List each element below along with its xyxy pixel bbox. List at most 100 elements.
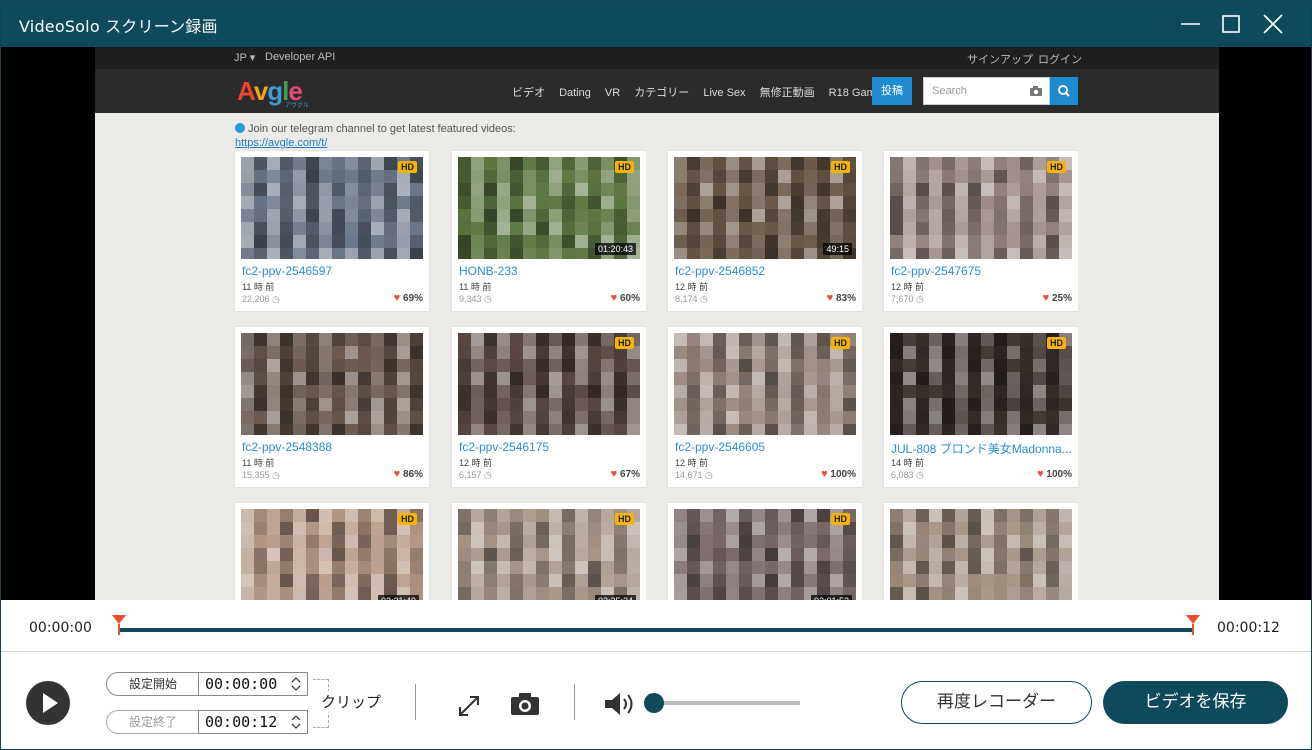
post-button[interactable]: 投稿 [872,77,912,105]
maximize-button[interactable] [1216,9,1246,39]
hd-badge: HD [615,161,634,173]
video-thumbnail[interactable]: HD [458,333,640,435]
recording-preview: JP ▾ Developer API サインアップ ログイン Avgle アヴグ… [1,47,1311,600]
video-card[interactable]: HD JUL-808 ブロンド美女Madonna... 14 時 前 6,083 ◷ ♥… [884,327,1078,487]
volume-slider[interactable] [653,701,800,705]
video-title-link[interactable]: fc2-ppv-2548388 [242,440,424,454]
video-age: 11 時 前 [242,282,275,292]
video-thumbnail[interactable] [241,333,423,435]
video-thumbnail[interactable]: HD02:25:24 [458,509,640,600]
play-button[interactable] [26,681,70,725]
heart-icon: ♥ [393,468,401,480]
end-time-field[interactable]: 00:00:12 [198,710,308,734]
view-count: 8,174 ◷ [675,294,708,304]
video-card[interactable]: HD fc2-ppv-2546597 11 時 前 22,206 ◷ ♥ 69% [235,151,429,311]
video-thumbnail[interactable]: HD 01:20:43 [458,157,640,259]
video-title-link[interactable]: fc2-ppv-2546852 [675,264,857,278]
nav-link-dating[interactable]: Dating [559,87,591,99]
developer-api-link[interactable]: Developer API [265,51,335,63]
trim-end-handle[interactable] [1186,615,1200,635]
volume-knob[interactable] [644,693,664,713]
window-title: VideoSolo スクリーン録画 [19,17,218,36]
video-title-link[interactable]: fc2-ppv-2546597 [242,264,424,278]
video-thumbnail[interactable]: HD [890,333,1072,435]
nav-link-vr[interactable]: VR [605,87,620,99]
video-title-link[interactable]: fc2-ppv-2546175 [459,440,641,454]
video-thumbnail[interactable]: HD [241,157,423,259]
logo-subtitle: アヴグル [285,103,310,109]
telegram-link[interactable]: https://avgle.com/t/ [235,137,327,149]
video-thumbnail[interactable]: HD 49:15 [674,157,856,259]
divider [415,684,416,720]
video-title-link[interactable]: fc2-ppv-2547675 [891,264,1073,278]
video-thumbnail[interactable]: HD02:01:52 [674,509,856,600]
video-card[interactable]: HD fc2-ppv-2546605 12 時 前 14,671 ◷ ♥ 100% [668,327,862,487]
camera-snapshot-icon[interactable] [510,691,540,717]
like-ratio: ♥ 83% [826,292,856,304]
video-card[interactable]: HD 49:15 fc2-ppv-2546852 12 時 前 8,174 ◷ ♥ 83% [668,151,862,311]
start-time-field[interactable]: 00:00:00 [198,672,308,696]
video-card[interactable]: HD fc2-ppv-2546175 12 時 前 6,157 ◷ ♥ 67% [452,327,646,487]
video-title-link[interactable]: fc2-ppv-2546605 [675,440,857,454]
like-ratio: ♥ 69% [393,292,423,304]
telegram-text: Join our telegram channel to get latest … [248,123,516,135]
minimize-button[interactable] [1176,9,1206,39]
video-thumbnail[interactable]: HD [890,157,1072,259]
close-icon [1263,14,1283,34]
login-link[interactable]: ログイン [1038,51,1082,67]
video-thumbnail[interactable]: HD02:31:49 [241,509,423,600]
signup-link[interactable]: サインアップ [967,51,1033,67]
divider [574,684,575,720]
logo-letter: v [253,76,269,106]
mosaic-thumbnail-image [458,509,640,600]
set-end-button[interactable]: 設定終了 [106,710,200,734]
video-title-link[interactable]: JUL-808 ブロンド美女Madonna... [891,440,1073,457]
control-panel: 設定開始 00:00:00 設定終了 00:00:12 クリップ 再度レコーダー… [1,653,1311,749]
heart-icon: ♥ [1037,468,1044,480]
app-window: VideoSolo スクリーン録画 JP ▾ Developer API サイン… [0,0,1312,750]
nav-link-live[interactable]: Live Sex [703,87,745,99]
video-card[interactable] [884,503,1078,600]
volume-icon[interactable] [603,690,637,718]
heart-icon: ♥ [610,292,618,304]
like-ratio: ♥ 60% [610,292,640,304]
start-time-spinner-icon[interactable] [290,676,302,692]
nav-link-uncensored[interactable]: 無修正動画 [760,87,815,99]
video-title-link[interactable]: HONB-233 [459,264,641,278]
mosaic-thumbnail-image [674,333,856,435]
close-button[interactable] [1258,9,1288,39]
mosaic-thumbnail-image [890,333,1072,435]
recorded-webpage: JP ▾ Developer API サインアップ ログイン Avgle アヴグ… [95,47,1219,600]
timeline-track[interactable] [118,628,1194,632]
trim-start-handle[interactable] [112,615,126,635]
heart-icon: ♥ [821,468,828,480]
fullscreen-icon[interactable] [456,693,482,719]
view-count: 6,083 ◷ [891,470,924,480]
rerecord-button[interactable]: 再度レコーダー [901,681,1092,724]
view-count: 6,157 ◷ [459,470,492,480]
end-time-spinner-icon[interactable] [290,714,302,730]
hd-badge: HD [1047,337,1066,349]
site-search-button[interactable] [1050,77,1078,105]
lang-selector[interactable]: JP ▾ [234,51,255,64]
video-thumbnail[interactable]: HD [674,333,856,435]
set-start-button[interactable]: 設定開始 [106,672,200,696]
nav-link-video[interactable]: ビデオ [512,87,545,99]
save-video-button[interactable]: ビデオを保存 [1103,681,1288,724]
video-card[interactable]: HD02:31:49 [235,503,429,600]
video-card[interactable]: fc2-ppv-2548388 11 時 前 15,355 ◷ ♥ 86% [235,327,429,487]
heart-icon: ♥ [393,292,401,304]
video-card[interactable]: HD02:01:52 [668,503,862,600]
nav-link-category[interactable]: カテゴリー [634,87,689,99]
mosaic-thumbnail-image [241,157,423,259]
timeline-start-time: 00:00:00 [29,620,92,636]
video-card[interactable]: HD fc2-ppv-2547675 12 時 前 7,670 ◷ ♥ 25% [884,151,1078,311]
telegram-icon [235,123,245,133]
video-thumbnail[interactable] [890,509,1072,600]
clip-label[interactable]: クリップ [319,691,384,712]
video-card[interactable]: HD02:25:24 [452,503,646,600]
camera-search-icon[interactable] [1029,85,1043,97]
duration-badge: 01:20:43 [594,243,636,255]
video-card[interactable]: HD 01:20:43 HONB-233 11 時 前 9,343 ◷ ♥ 60% [452,151,646,311]
play-icon [43,693,58,713]
